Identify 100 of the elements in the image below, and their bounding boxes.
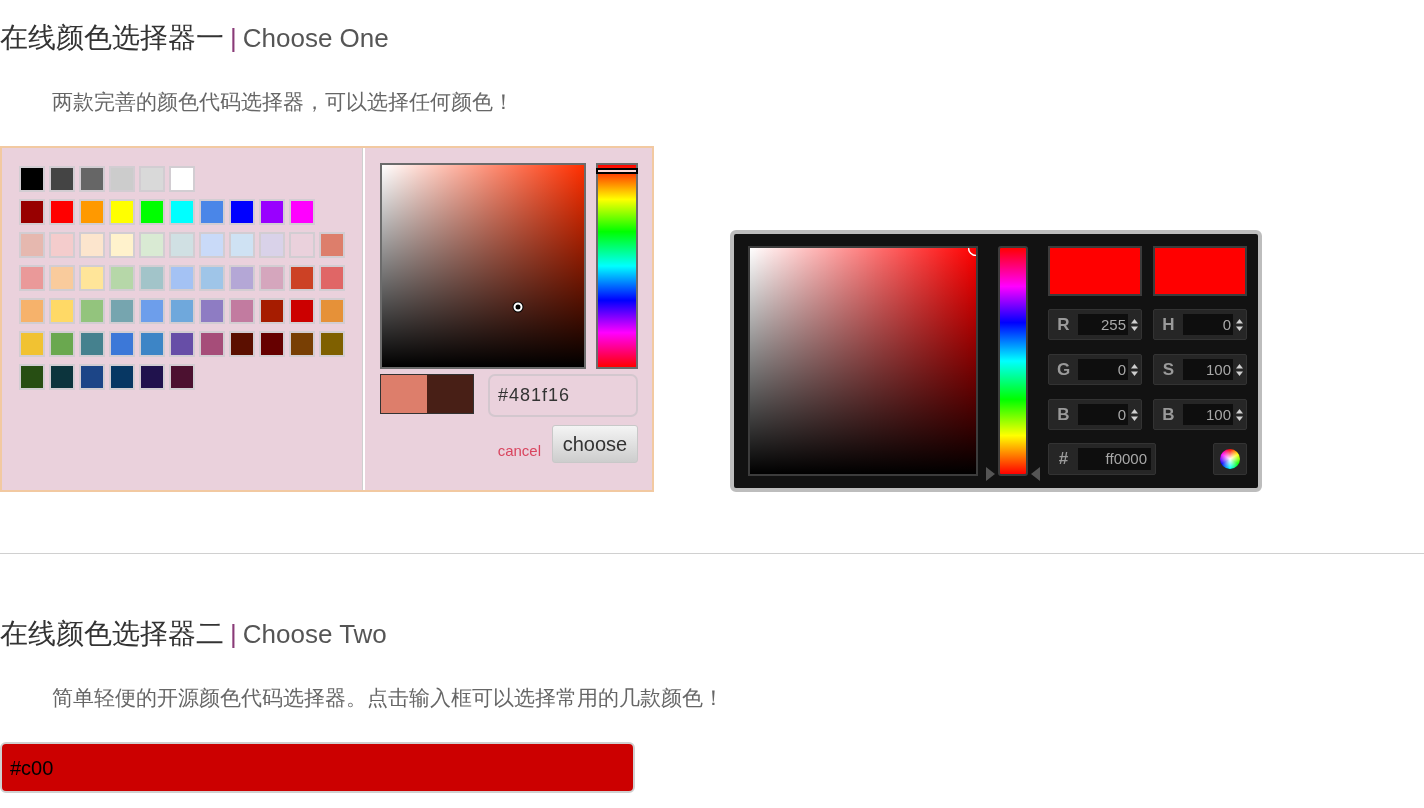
color-value-field[interactable]: G 0 xyxy=(1048,354,1142,385)
color-swatch[interactable] xyxy=(109,298,135,324)
color-swatch[interactable] xyxy=(109,331,135,357)
heading-subtitle: Choose Two xyxy=(242,618,387,651)
color-swatch[interactable] xyxy=(289,331,315,357)
color-swatch[interactable] xyxy=(229,199,255,225)
color-value-field[interactable]: S 100 xyxy=(1153,354,1247,385)
color-swatch[interactable] xyxy=(139,331,165,357)
color-swatch[interactable] xyxy=(319,232,345,258)
saturation-brightness-area[interactable] xyxy=(748,246,978,476)
picker-ring-icon[interactable] xyxy=(512,301,524,313)
color-swatch[interactable] xyxy=(169,364,195,390)
color-swatch[interactable] xyxy=(49,331,75,357)
color-swatch[interactable] xyxy=(199,199,225,225)
color-swatch[interactable] xyxy=(19,265,45,291)
color-swatch[interactable] xyxy=(49,298,75,324)
value-input[interactable]: 0 xyxy=(1078,359,1128,380)
color-swatch[interactable] xyxy=(109,199,135,225)
color-swatch[interactable] xyxy=(139,199,165,225)
color-swatch[interactable] xyxy=(169,232,195,258)
value-input[interactable]: 100 xyxy=(1183,404,1233,425)
hue-slider-handle[interactable] xyxy=(596,168,638,175)
spin-arrows-icon[interactable] xyxy=(1131,408,1138,421)
color-swatch[interactable] xyxy=(319,331,345,357)
value-input[interactable]: 255 xyxy=(1078,314,1128,335)
color-swatch[interactable] xyxy=(49,364,75,390)
color-swatch[interactable] xyxy=(79,232,105,258)
color-value-field[interactable]: R 255 xyxy=(1048,309,1142,340)
color-swatch[interactable] xyxy=(49,232,75,258)
spin-arrows-icon[interactable] xyxy=(1236,408,1243,421)
color-swatch[interactable] xyxy=(109,166,135,192)
color-swatch[interactable] xyxy=(289,232,315,258)
color-swatch[interactable] xyxy=(109,364,135,390)
color-swatch[interactable] xyxy=(139,232,165,258)
spin-arrows-icon[interactable] xyxy=(1131,318,1138,331)
color-swatch[interactable] xyxy=(139,166,165,192)
color-input[interactable]: #c00 xyxy=(0,742,635,793)
color-swatch[interactable] xyxy=(289,298,315,324)
value-input[interactable]: 0 xyxy=(1078,404,1128,425)
color-swatch[interactable] xyxy=(169,199,195,225)
saturation-brightness-area[interactable] xyxy=(380,163,586,369)
color-swatch[interactable] xyxy=(139,364,165,390)
color-swatch[interactable] xyxy=(229,232,255,258)
color-swatch[interactable] xyxy=(259,265,285,291)
value-input[interactable]: 0 xyxy=(1183,314,1233,335)
color-swatch[interactable] xyxy=(319,298,345,324)
color-swatch[interactable] xyxy=(79,166,105,192)
spin-arrows-icon[interactable] xyxy=(1236,363,1243,376)
hex-value-field[interactable]: # ff0000 xyxy=(1048,443,1156,475)
color-swatch[interactable] xyxy=(109,232,135,258)
spin-arrows-icon[interactable] xyxy=(1131,363,1138,376)
color-swatch[interactable] xyxy=(289,199,315,225)
color-swatch[interactable] xyxy=(79,331,105,357)
color-swatch[interactable] xyxy=(139,298,165,324)
color-swatch[interactable] xyxy=(19,331,45,357)
color-swatch[interactable] xyxy=(79,364,105,390)
color-swatch[interactable] xyxy=(199,265,225,291)
color-value-field[interactable]: B 100 xyxy=(1153,399,1247,430)
color-swatch[interactable] xyxy=(79,199,105,225)
field-label: B xyxy=(1161,403,1176,426)
color-swatch[interactable] xyxy=(49,265,75,291)
color-swatch[interactable] xyxy=(259,232,285,258)
color-swatch[interactable] xyxy=(19,232,45,258)
field-label: H xyxy=(1161,313,1176,336)
color-swatch[interactable] xyxy=(169,265,195,291)
color-swatch[interactable] xyxy=(259,298,285,324)
spin-arrows-icon[interactable] xyxy=(1236,318,1243,331)
color-swatch[interactable] xyxy=(289,265,315,291)
color-swatch[interactable] xyxy=(19,364,45,390)
color-swatch[interactable] xyxy=(79,298,105,324)
color-swatch[interactable] xyxy=(319,265,345,291)
color-swatch[interactable] xyxy=(19,199,45,225)
color-swatch[interactable] xyxy=(259,199,285,225)
hue-slider-handle[interactable] xyxy=(986,467,1040,481)
color-swatch[interactable] xyxy=(109,265,135,291)
color-swatch[interactable] xyxy=(169,298,195,324)
color-swatch[interactable] xyxy=(199,298,225,324)
color-value-field[interactable]: B 0 xyxy=(1048,399,1142,430)
color-swatch[interactable] xyxy=(79,265,105,291)
value-input[interactable]: 100 xyxy=(1183,359,1233,380)
choose-button[interactable]: choose xyxy=(552,425,638,463)
color-swatch[interactable] xyxy=(169,166,195,192)
color-swatch[interactable] xyxy=(199,331,225,357)
value-input[interactable]: ff0000 xyxy=(1078,448,1151,470)
color-swatch[interactable] xyxy=(229,331,255,357)
color-swatch[interactable] xyxy=(229,298,255,324)
color-swatch[interactable] xyxy=(229,265,255,291)
field-label: B xyxy=(1056,403,1071,426)
color-swatch[interactable] xyxy=(49,199,75,225)
color-swatch[interactable] xyxy=(19,166,45,192)
color-wheel-button[interactable] xyxy=(1213,443,1247,475)
color-swatch[interactable] xyxy=(19,298,45,324)
color-swatch[interactable] xyxy=(259,331,285,357)
color-swatch[interactable] xyxy=(139,265,165,291)
hue-slider[interactable] xyxy=(596,163,638,369)
color-swatch[interactable] xyxy=(199,232,225,258)
color-swatch[interactable] xyxy=(169,331,195,357)
color-value-field[interactable]: H 0 xyxy=(1153,309,1247,340)
hex-input[interactable]: #481f16 xyxy=(488,374,638,417)
color-swatch[interactable] xyxy=(49,166,75,192)
